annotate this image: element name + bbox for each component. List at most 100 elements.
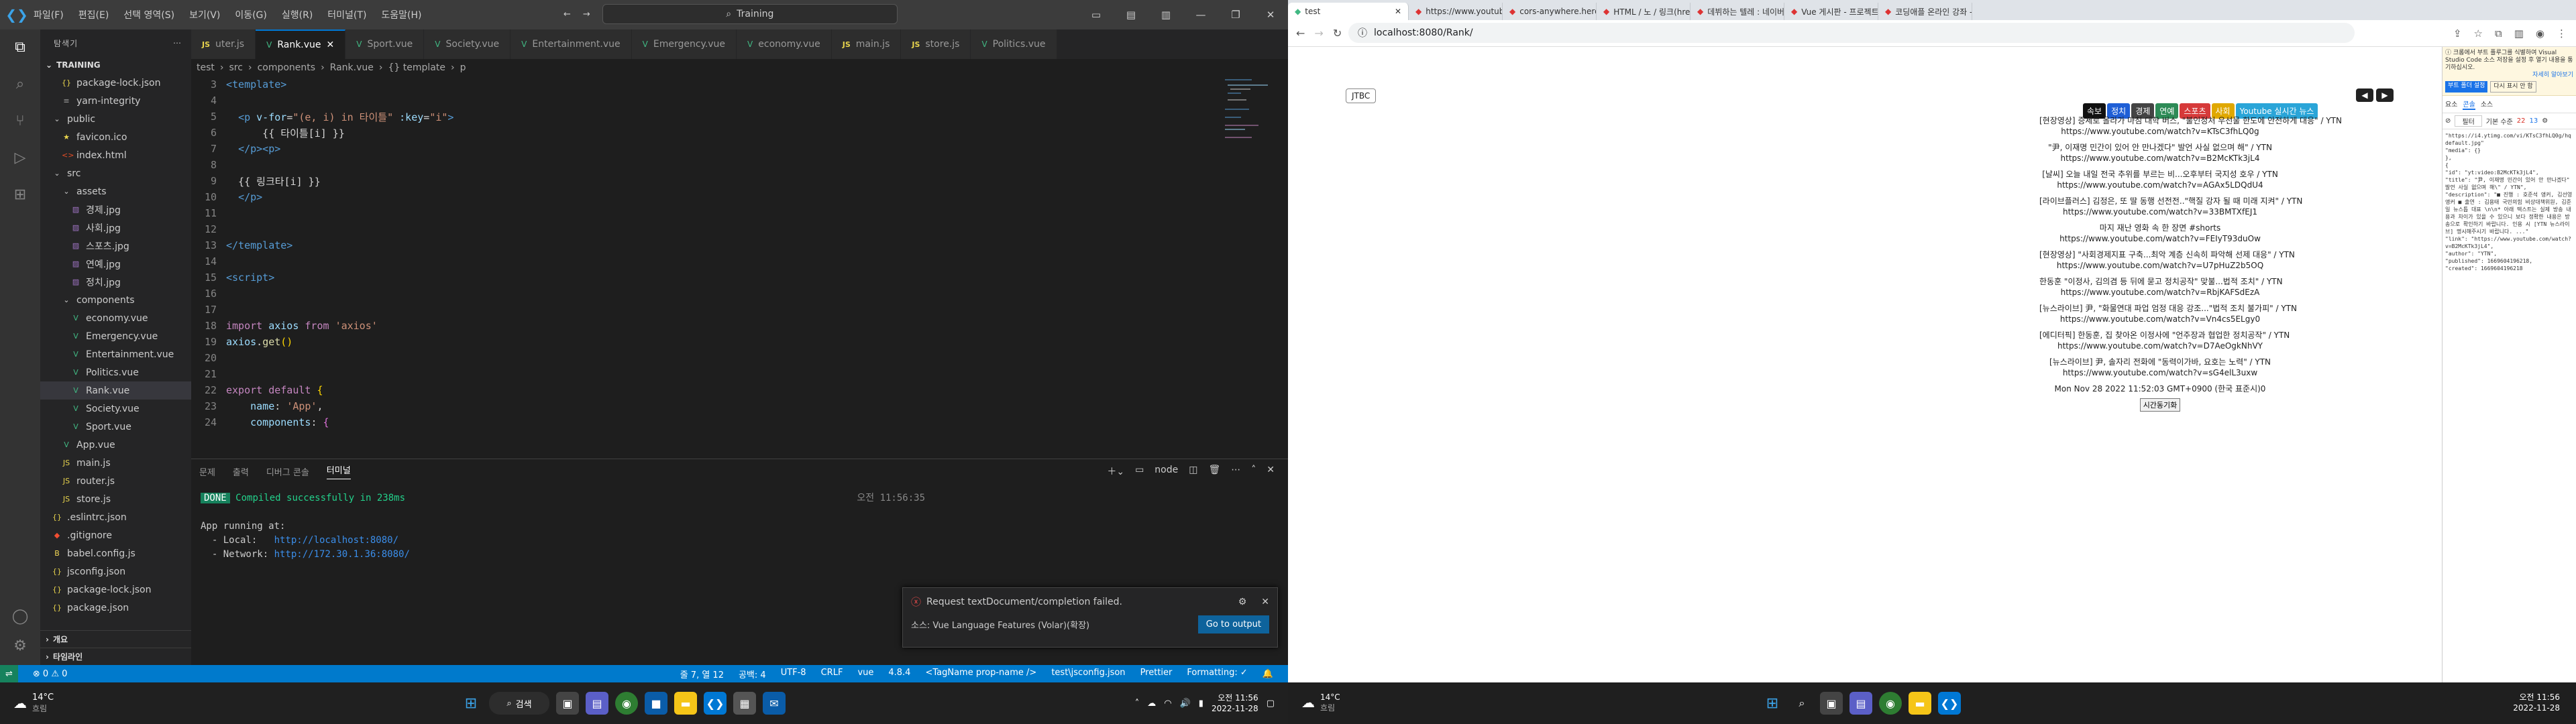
editor-tab[interactable]: V Rank.vue ✕ <box>256 29 346 59</box>
code-line[interactable]: 19 axios.get() <box>191 334 1288 350</box>
trash-icon[interactable]: 🗑 <box>1208 465 1220 478</box>
volume-icon[interactable]: 🔊 <box>1180 699 1191 709</box>
code-line[interactable]: 3 <template> <box>191 76 1288 93</box>
code-line[interactable]: 8 <box>191 157 1288 173</box>
close-button[interactable]: ✕ <box>1253 9 1288 21</box>
taskbar-search[interactable]: ⌕ 검색 <box>489 692 549 715</box>
file-tree-item[interactable]: ◆ .gitignore <box>40 526 191 544</box>
status-item[interactable]: vue <box>857 668 873 680</box>
chrome-icon[interactable]: ◉ <box>1879 692 1902 715</box>
file-tree-item[interactable]: ▨ 경제.jpg <box>40 200 191 219</box>
file-tree-item[interactable]: JS main.js <box>40 454 191 472</box>
outline-section[interactable]: › 개요 <box>40 630 191 648</box>
workspace-section[interactable]: ⌄ TRAINING <box>40 56 191 74</box>
code-line[interactable]: 15 <script> <box>191 269 1288 286</box>
remote-icon[interactable]: ⇌ <box>0 665 18 682</box>
status-item[interactable]: 줄 7, 열 12 <box>680 668 724 680</box>
editor-tab[interactable]: V Emergency.vue <box>631 29 737 59</box>
terminal-name[interactable]: node <box>1155 465 1178 478</box>
weather-widget-2[interactable]: 14°C 흐림 <box>1320 692 1340 713</box>
code-line[interactable]: 18 import axios from 'axios' <box>191 318 1288 334</box>
file-tree-item[interactable]: ▨ 정치.jpg <box>40 273 191 291</box>
status-item[interactable]: 4.8.4 <box>888 668 910 680</box>
share-icon[interactable]: ⇪ <box>2453 27 2462 40</box>
network-url[interactable]: http://172.30.1.36:8080/ <box>274 549 410 560</box>
file-tree-item[interactable]: V App.vue <box>40 436 191 454</box>
source-control-icon[interactable]: ⑂ <box>15 113 24 129</box>
editor-tab[interactable]: JS main.js <box>831 29 902 59</box>
file-tree-item[interactable]: ⌄ components <box>40 291 191 309</box>
devtools-tab[interactable]: 요소 <box>2445 99 2457 110</box>
menu-item[interactable]: 보기(V) <box>189 10 220 21</box>
status-item[interactable]: test\jsconfig.json <box>1051 668 1125 680</box>
file-tree-item[interactable]: <> index.html <box>40 146 191 164</box>
browser-tab[interactable]: ◆https://www.youtube.com/feed/...✕ <box>1409 3 1503 20</box>
mail-icon[interactable]: ✉ <box>763 692 786 715</box>
file-explorer-icon[interactable]: ▬ <box>674 692 697 715</box>
console-output[interactable]: "https://i4.ytimg.com/vi/KTsC3fhLQ0g/hqd… <box>2443 129 2576 275</box>
account-icon[interactable]: ◯ <box>12 608 29 625</box>
run-debug-icon[interactable]: ▷ <box>15 149 26 166</box>
sidepanel-icon[interactable]: ▥ <box>2514 27 2524 40</box>
file-tree-item[interactable]: V Rank.vue <box>40 381 191 400</box>
browser-tab[interactable]: ◆코딩애플 온라인 강좌 - 개발자...✕ <box>1878 3 1972 20</box>
browser-tab[interactable]: ◆Vue 게시판 - 프로젝트 준비 (1...✕ <box>1784 3 1878 20</box>
menu-item[interactable]: 편집(E) <box>78 10 109 21</box>
settings-gear-icon[interactable]: ⚙ <box>2542 117 2548 125</box>
file-tree-item[interactable]: {} package-lock.json <box>40 74 191 92</box>
windows-start-icon[interactable]: ⊞ <box>1761 692 1784 715</box>
windows-start-icon[interactable]: ⊞ <box>460 692 482 715</box>
sidebar-toggle-icon[interactable]: ▥ <box>1148 9 1183 21</box>
code-line[interactable]: 10 </p> <box>191 189 1288 205</box>
minimap[interactable] <box>1225 76 1279 210</box>
code-line[interactable]: 5 <p v-for="(e, i) in 타이틀" :key="i"> <box>191 109 1288 125</box>
file-tree-item[interactable]: V Entertainment.vue <box>40 345 191 363</box>
browser-tab[interactable]: ◆cors-anywhere.herokuapp.com✕ <box>1503 3 1597 20</box>
video-link[interactable]: https://www.youtube.com/watch?v=33BMTXfE… <box>2039 206 2281 217</box>
code-line[interactable]: 9 {{ 링크타[i] }} <box>191 173 1288 189</box>
status-item[interactable]: UTF-8 <box>781 668 806 680</box>
task-view-icon[interactable]: ▣ <box>556 692 579 715</box>
code-line[interactable]: 4 <box>191 93 1288 109</box>
clock[interactable]: 오전 11:56 2022-11-28 <box>1212 692 1258 714</box>
devtools-tab[interactable]: 콘솔 <box>2463 99 2475 110</box>
file-tree-item[interactable]: ▨ 스포츠.jpg <box>40 237 191 255</box>
browser-menu-icon[interactable]: ⋮ <box>2557 27 2567 40</box>
file-tree-item[interactable]: V Politics.vue <box>40 363 191 381</box>
extensions-puzzle-icon[interactable]: ⧉ <box>2495 27 2502 40</box>
clock-2[interactable]: 오전 11:56 2022-11-28 <box>2513 692 2560 713</box>
task-view-icon[interactable]: ▣ <box>1820 692 1843 715</box>
status-item[interactable]: CRLF <box>821 668 843 680</box>
video-link[interactable]: https://www.youtube.com/watch?v=KTsC3fhL… <box>2039 126 2281 137</box>
file-tree-item[interactable]: ▨ 연예.jpg <box>40 255 191 273</box>
code-line[interactable]: 23 name: 'App', <box>191 398 1288 414</box>
breadcrumb-item[interactable]: components <box>258 62 316 73</box>
onedrive-icon[interactable]: ☁ <box>1147 699 1156 709</box>
browser-tab[interactable]: ◆HTML / 노 / 링크(href) 만들기 - 선...✕ <box>1597 3 1690 20</box>
calculator-icon[interactable]: ▦ <box>733 692 756 715</box>
panel-tab[interactable]: 터미널 <box>326 463 351 479</box>
notification-close-icon[interactable]: ✕ <box>1261 597 1269 607</box>
video-link[interactable]: https://www.youtube.com/watch?v=U7pHuZ2b… <box>2039 260 2281 271</box>
file-tree-item[interactable]: {} package.json <box>40 599 191 617</box>
editor-tab[interactable]: V Sport.vue <box>345 29 425 59</box>
code-line[interactable]: 20 <box>191 350 1288 366</box>
log-level-select[interactable]: 기본 수준 <box>2486 116 2513 126</box>
file-tree-item[interactable]: ⌄ public <box>40 110 191 128</box>
forward-arrow-icon[interactable]: → <box>583 9 590 19</box>
code-line[interactable]: 6 {{ 타이틀[i] }} <box>191 125 1288 141</box>
menu-item[interactable]: 터미널(T) <box>327 10 366 21</box>
minimize-button[interactable]: — <box>1183 9 1218 21</box>
file-tree-item[interactable]: ★ favicon.ico <box>40 128 191 146</box>
url-field[interactable]: ⓘ localhost:8080/Rank/ <box>1348 23 2355 43</box>
browser-tab[interactable]: ◆데뷔하는 텔레 : 네이버 통합검색✕ <box>1690 3 1784 20</box>
tray-chevron-icon[interactable]: ˄ <box>1135 699 1140 709</box>
editor-tab[interactable]: V Society.vue <box>424 29 511 59</box>
menu-item[interactable]: 파일(F) <box>34 10 64 21</box>
bookmark-star-icon[interactable]: ☆ <box>2474 27 2483 40</box>
back-arrow-icon[interactable]: ← <box>564 9 571 19</box>
status-item[interactable]: Prettier <box>1140 668 1173 680</box>
file-tree-item[interactable]: {} jsconfig.json <box>40 562 191 581</box>
close-tab-icon[interactable]: ✕ <box>327 40 335 50</box>
breadcrumb-item[interactable]: src <box>229 62 243 73</box>
